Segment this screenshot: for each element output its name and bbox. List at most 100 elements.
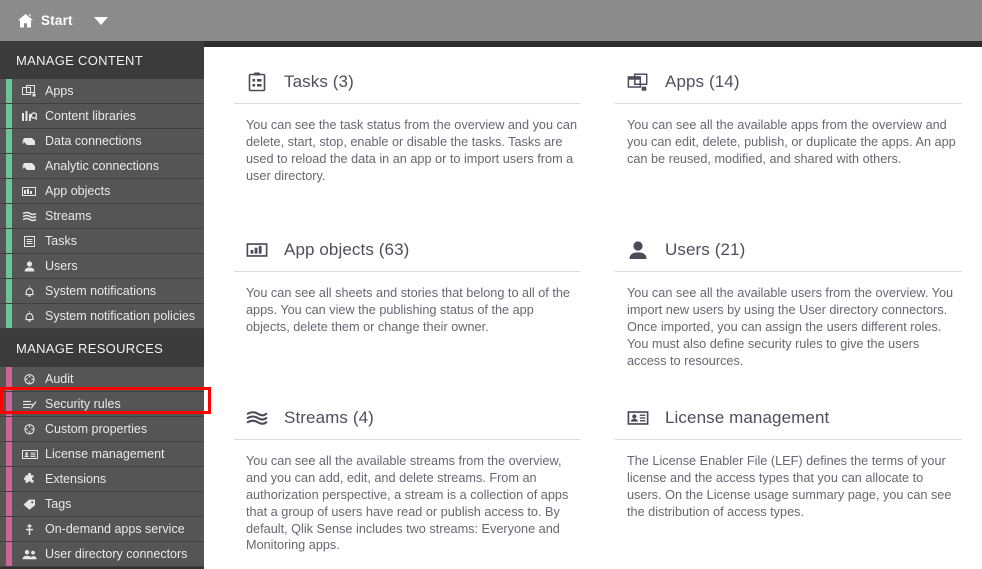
start-menu-button[interactable]: Start — [0, 0, 108, 41]
analytic-connections-icon — [21, 159, 38, 173]
section-accent-bar — [6, 517, 12, 541]
section-accent-bar — [6, 154, 12, 178]
tile-tasks[interactable]: Tasks (3) You can see the task status fr… — [234, 59, 585, 227]
section-accent-bar — [6, 367, 12, 391]
tile-apps[interactable]: Apps (14) You can see all the available … — [615, 59, 966, 227]
sidebar-item-extensions[interactable]: Extensions — [0, 467, 204, 492]
sidebar-item-security-rules[interactable]: Security rules — [0, 392, 204, 417]
sidebar-item-analytic-connections[interactable]: Analytic connections — [0, 154, 204, 179]
sidebar-item-label: On-demand apps service — [45, 521, 185, 536]
sidebar-item-label: System notification policies — [45, 308, 196, 323]
main-content-area: Tasks (3) You can see the task status fr… — [204, 47, 982, 569]
sidebar-item-label: Users — [45, 258, 78, 273]
tile-description: You can see all the available apps from … — [627, 118, 956, 166]
tile-description: You can see all sheets and stories that … — [246, 286, 570, 334]
sidebar-item-audit[interactable]: Audit — [0, 367, 204, 392]
sidebar-item-label: License management — [45, 446, 165, 461]
section-accent-bar — [6, 304, 12, 328]
tile-title: App objects (63) — [284, 240, 410, 259]
license-tile-icon — [627, 407, 649, 429]
section-accent-bar — [6, 129, 12, 153]
data-connections-icon — [21, 134, 38, 148]
sidebar-item-user-directory-connectors[interactable]: User directory connectors — [0, 542, 204, 567]
users-icon — [21, 259, 38, 273]
tile-header: Streams (4) — [234, 407, 585, 439]
tile-title: Users (21) — [665, 240, 746, 259]
sidebar-item-label: Analytic connections — [45, 158, 159, 173]
sidebar-item-label: Streams — [45, 208, 92, 223]
tile-title: Tasks (3) — [284, 72, 354, 91]
section-accent-bar — [6, 229, 12, 253]
tile-description: You can see all the available streams fr… — [246, 454, 569, 553]
sidebar-item-tags[interactable]: Tags — [0, 492, 204, 517]
section-accent-bar — [6, 492, 12, 516]
tile-header: License management — [615, 407, 966, 439]
sidebar-item-streams[interactable]: Streams — [0, 204, 204, 229]
sidebar-item-app-objects[interactable]: App objects — [0, 179, 204, 204]
apps-tile-icon — [627, 71, 649, 93]
on-demand-apps-icon — [21, 522, 38, 536]
sidebar-item-data-connections[interactable]: Data connections — [0, 129, 204, 154]
section-accent-bar — [6, 417, 12, 441]
chevron-down-icon[interactable] — [93, 16, 108, 25]
puzzle-icon — [21, 472, 38, 486]
tile-users[interactable]: Users (21) You can see all the available… — [615, 227, 966, 395]
tile-streams[interactable]: Streams (4) You can see all the availabl… — [234, 395, 585, 554]
home-icon — [17, 13, 34, 29]
overview-tile-grid: Tasks (3) You can see the task status fr… — [234, 59, 966, 554]
top-navigation-bar: Start — [0, 0, 982, 41]
section-accent-bar — [6, 279, 12, 303]
sidebar-section-title: MANAGE RESOURCES — [16, 340, 164, 356]
tasks-tile-icon — [246, 71, 268, 93]
sidebar-item-label: Content libraries — [45, 108, 137, 123]
section-accent-bar — [6, 467, 12, 491]
start-label: Start — [41, 13, 73, 28]
tag-icon — [21, 497, 38, 511]
sidebar-item-system-notification-policies[interactable]: System notification policies — [0, 304, 204, 329]
sidebar-item-custom-properties[interactable]: Custom properties — [0, 417, 204, 442]
sidebar-item-on-demand-apps-service[interactable]: On-demand apps service — [0, 517, 204, 542]
bell-icon — [21, 309, 38, 323]
sidebar-item-label: Audit — [45, 371, 74, 386]
sidebar-item-users[interactable]: Users — [0, 254, 204, 279]
section-accent-bar — [6, 104, 12, 128]
security-rules-icon — [21, 397, 38, 411]
tile-app-objects[interactable]: App objects (63) You can see all sheets … — [234, 227, 585, 395]
section-accent-bar — [6, 254, 12, 278]
custom-properties-icon — [21, 422, 38, 436]
sidebar-item-label: Data connections — [45, 133, 142, 148]
app-objects-tile-icon — [246, 239, 268, 261]
tile-license-management[interactable]: License management The License Enabler F… — [615, 395, 966, 554]
content-libraries-icon — [21, 109, 38, 123]
sidebar-item-label: User directory connectors — [45, 546, 188, 561]
sidebar-item-label: App objects — [45, 183, 111, 198]
tile-description: You can see all the available users from… — [627, 286, 954, 368]
apps-icon — [21, 84, 38, 98]
tile-header: App objects (63) — [234, 239, 585, 271]
tile-header: Users (21) — [615, 239, 966, 271]
sidebar-item-label: Security rules — [45, 396, 121, 411]
sidebar-section-title: MANAGE CONTENT — [16, 52, 143, 68]
bell-icon — [21, 284, 38, 298]
license-card-icon — [21, 447, 38, 461]
tasks-icon — [21, 234, 38, 248]
section-accent-bar — [6, 442, 12, 466]
sidebar-item-label: Tasks — [45, 233, 77, 248]
tile-title: Streams (4) — [284, 408, 374, 427]
sidebar-item-tasks[interactable]: Tasks — [0, 229, 204, 254]
section-accent-bar — [6, 392, 12, 416]
tile-description: The License Enabler File (LEF) defines t… — [627, 454, 952, 519]
tile-header: Apps (14) — [615, 71, 966, 103]
tile-title: License management — [665, 408, 830, 427]
sidebar-section-manage-content: MANAGE CONTENT — [0, 41, 204, 79]
sidebar-item-license-management[interactable]: License management — [0, 442, 204, 467]
sidebar-item-label: Custom properties — [45, 421, 148, 436]
sidebar-item-content-libraries[interactable]: Content libraries — [0, 104, 204, 129]
streams-icon — [21, 209, 38, 223]
sidebar-item-system-notifications[interactable]: System notifications — [0, 279, 204, 304]
sidebar-item-apps[interactable]: Apps — [0, 79, 204, 104]
qmc-start-page: Start MANAGE CONTENT Apps Content librar… — [0, 0, 982, 569]
sidebar-item-label: System notifications — [45, 283, 157, 298]
streams-tile-icon — [246, 407, 268, 429]
section-accent-bar — [6, 179, 12, 203]
